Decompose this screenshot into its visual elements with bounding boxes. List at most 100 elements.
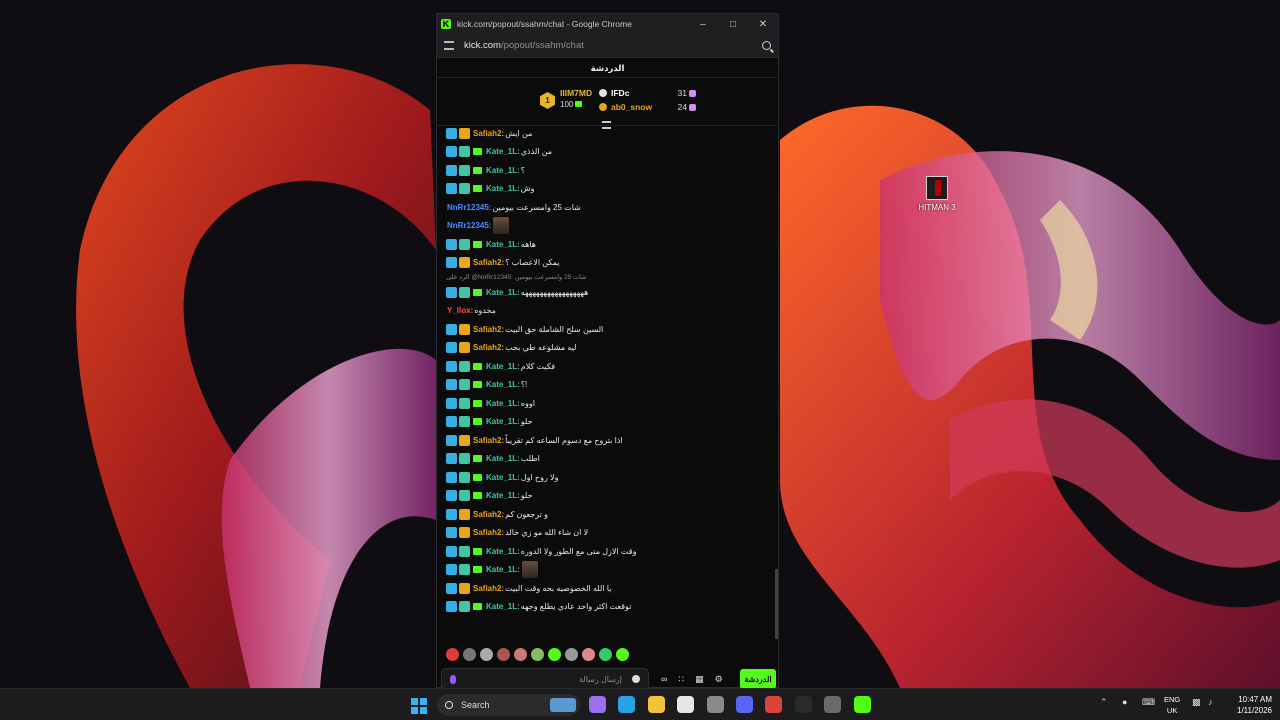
chat-message[interactable]: Kate_1L: من الذذي	[437, 143, 778, 162]
emote-icon[interactable]	[531, 648, 544, 661]
discord-icon[interactable]	[736, 696, 753, 713]
emote-icon[interactable]	[463, 648, 476, 661]
chat-username[interactable]: Safiah2:	[473, 343, 504, 352]
mic-tray-icon[interactable]: ●	[1122, 697, 1127, 707]
chat-message[interactable]: Safiah2: يمكن الاعصاب ؟	[437, 254, 778, 273]
keyboard-icon[interactable]: ⌨	[1142, 697, 1155, 708]
chat-username[interactable]: Kate_1L:	[486, 547, 520, 556]
chat-message[interactable]: Safiah2: اذا بتروح مع دسوم الساعه كم تقري…	[437, 431, 778, 450]
chat-scrollbar[interactable]	[775, 569, 778, 639]
minimize-icon[interactable]: –	[688, 19, 718, 30]
copilot-icon[interactable]	[589, 696, 606, 713]
chat-username[interactable]: Safiah2:	[473, 436, 504, 445]
file-explorer-icon[interactable]	[647, 696, 665, 713]
emote-icon[interactable]	[565, 648, 578, 661]
chat-send-button[interactable]: الدردشة	[740, 669, 776, 689]
epic-games-icon[interactable]	[794, 696, 812, 713]
taskbar-search[interactable]: Search	[437, 694, 580, 716]
chat-message-list[interactable]: Safiah2: من ايش Kate_1L: من الذذي Kate_1L: ؟ K…	[437, 124, 778, 642]
chat-message[interactable]: Safiah2: لا ان شاء الله مو زي خالد	[437, 524, 778, 543]
chat-message[interactable]: Safiah2: السين سلح الشاملة حق البيت	[437, 320, 778, 339]
desktop-icon-hitman3[interactable]: HITMAN 3	[914, 176, 960, 212]
chat-username[interactable]: Safiah2:	[473, 258, 504, 267]
emote-icon[interactable]	[616, 648, 629, 661]
chat-message[interactable]: Kate_1L: ؟	[437, 161, 778, 180]
chat-username[interactable]: NnRr12345:	[447, 221, 491, 230]
chat-username[interactable]: Kate_1L:	[486, 491, 520, 500]
chat-username[interactable]: Safiah2:	[473, 528, 504, 537]
chat-username[interactable]: Y_llox:	[447, 306, 473, 315]
chat-username[interactable]: Kate_1L:	[486, 565, 520, 574]
chat-message[interactable]: Kate_1L: وش	[437, 180, 778, 199]
chat-message[interactable]: Kate_1L: ولا روح اول	[437, 468, 778, 487]
close-icon[interactable]: ✕	[748, 19, 778, 30]
volume-icon[interactable]: ♪	[1208, 697, 1213, 707]
chat-message[interactable]: Kate_1L: حلو	[437, 487, 778, 506]
chat-username[interactable]: Kate_1L:	[486, 602, 520, 611]
chat-username[interactable]: Kate_1L:	[486, 184, 520, 193]
infinity-icon[interactable]: ∞	[661, 674, 667, 684]
chrome-icon[interactable]	[765, 696, 783, 713]
chat-username[interactable]: Safiah2:	[473, 510, 504, 519]
emoji-icon[interactable]	[632, 675, 640, 683]
chat-message[interactable]: Kate_1L:	[437, 561, 778, 580]
chat-message[interactable]: Kate_1L: وقت الازل متى مع الطور ولا الدور…	[437, 542, 778, 561]
steam-icon[interactable]	[824, 696, 842, 713]
chat-username[interactable]: Kate_1L:	[486, 417, 520, 426]
chevron-up-icon[interactable]: ⌃	[1100, 697, 1108, 708]
share-icon[interactable]: ∷	[678, 674, 684, 685]
chat-message[interactable]: NnRr12345: شات 25 وامسرعت بيومين	[437, 198, 778, 217]
site-settings-icon[interactable]	[444, 41, 454, 50]
settings-icon[interactable]: ⚙	[715, 674, 723, 685]
chat-username[interactable]: Safiah2:	[473, 129, 504, 138]
chat-message[interactable]: Kate_1L: فكيت كلام	[437, 357, 778, 376]
chat-message[interactable]: Safiah2: ليه مشلوعه طي بحب	[437, 339, 778, 358]
chat-username[interactable]: Safiah2:	[473, 325, 504, 334]
window-titlebar[interactable]: K kick.com/popout/ssahm/chat - Google Ch…	[437, 14, 778, 34]
chat-message[interactable]: Kate_1L: اووه	[437, 394, 778, 413]
emote-icon[interactable]	[599, 648, 612, 661]
url-text[interactable]: kick.com/popout/ssahm/chat	[464, 40, 762, 51]
chat-message[interactable]: Kate_1L: هههههههههههههههههه	[437, 283, 778, 302]
zoom-icon[interactable]	[762, 41, 771, 50]
windows-start-icon[interactable]	[411, 698, 427, 714]
leaderboard-entry[interactable]: IFDc 31	[599, 88, 696, 98]
chat-input[interactable]: إرسال رسالة	[441, 668, 649, 690]
system-clock[interactable]: 10:47 AM 1/11/2026	[1228, 694, 1272, 716]
network-icon[interactable]: ▩	[1192, 697, 1201, 708]
emote-icon[interactable]	[480, 648, 493, 661]
chat-username[interactable]: Safiah2:	[473, 584, 504, 593]
edge-icon[interactable]	[618, 696, 636, 713]
emote-icon[interactable]	[497, 648, 510, 661]
chat-username[interactable]: Kate_1L:	[486, 166, 520, 175]
chat-username[interactable]: Kate_1L:	[486, 380, 520, 389]
language-indicator[interactable]: ENG UK	[1164, 694, 1180, 716]
leaderboard-top[interactable]: IIIM7MD 100	[560, 88, 592, 109]
emote-icon[interactable]	[548, 648, 561, 661]
address-bar[interactable]: kick.com/popout/ssahm/chat	[437, 34, 778, 58]
maximize-icon[interactable]: □	[718, 19, 748, 30]
chat-username[interactable]: Kate_1L:	[486, 362, 520, 371]
chat-message[interactable]: NnRr12345:	[437, 217, 778, 236]
chat-username[interactable]: NnRr12345:	[447, 203, 491, 212]
settings-icon[interactable]	[706, 696, 724, 713]
emote-icon[interactable]	[446, 648, 459, 661]
emote-icon[interactable]	[582, 648, 595, 661]
chat-username[interactable]: Kate_1L:	[486, 147, 520, 156]
chat-message[interactable]: Safiah2: من ايش	[437, 124, 778, 143]
chat-username[interactable]: Kate_1L:	[486, 288, 520, 297]
chat-message[interactable]: Kate_1L: حلو	[437, 413, 778, 432]
chat-message[interactable]: Y_llox: مخدوه	[437, 302, 778, 321]
chat-message[interactable]: Safiah2: و ترجعون كم	[437, 505, 778, 524]
kick-icon[interactable]	[853, 696, 871, 713]
chat-message[interactable]: Kate_1L: اطلب	[437, 450, 778, 469]
emote-icon[interactable]	[514, 648, 527, 661]
chat-username[interactable]: Kate_1L:	[486, 454, 520, 463]
chat-message[interactable]: Kate_1L: هاهه	[437, 235, 778, 254]
store-icon[interactable]: ▦	[695, 674, 704, 685]
chat-username[interactable]: Kate_1L:	[486, 399, 520, 408]
chat-message[interactable]: Kate_1L: توقعت اكثر واحد عادي يطلع وجهه	[437, 598, 778, 617]
leaderboard-entry[interactable]: ab0_snow 24	[599, 102, 696, 112]
chat-username[interactable]: Kate_1L:	[486, 473, 520, 482]
store-icon[interactable]	[677, 696, 695, 713]
